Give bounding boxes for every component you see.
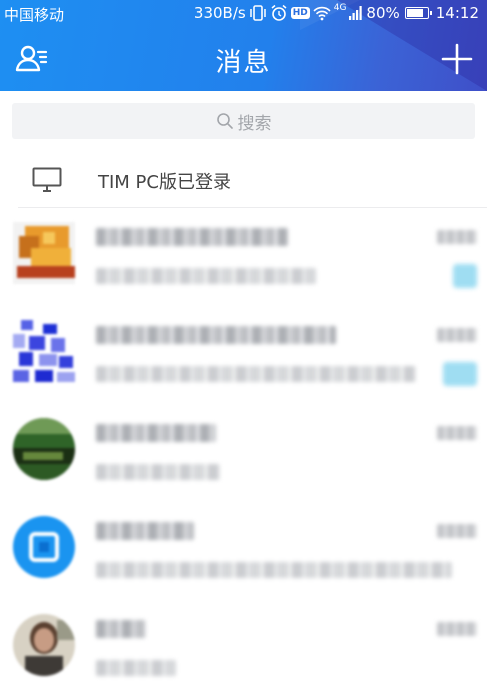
unread-badge xyxy=(443,362,477,386)
hd-voice-badge: HD xyxy=(290,7,310,19)
chat-name-redacted xyxy=(96,522,194,540)
unread-badge xyxy=(453,264,477,288)
vibrate-icon xyxy=(249,3,267,23)
pc-login-banner[interactable]: TIM PC版已登录 xyxy=(0,153,487,207)
chat-preview-redacted xyxy=(96,366,416,382)
search-bar[interactable]: 搜索 xyxy=(12,103,475,139)
chat-time-redacted xyxy=(437,230,477,244)
avatar xyxy=(13,516,75,578)
chat-row[interactable] xyxy=(0,208,487,306)
network-type: 4G xyxy=(333,3,347,13)
avatar xyxy=(13,222,75,284)
add-button[interactable] xyxy=(439,41,475,77)
chat-row[interactable] xyxy=(0,502,487,600)
avatar xyxy=(13,320,75,382)
chat-row[interactable] xyxy=(0,306,487,404)
chat-row[interactable] xyxy=(0,404,487,502)
chat-time-redacted xyxy=(437,524,477,538)
avatar xyxy=(13,418,75,480)
carrier-name: 中国移动 xyxy=(4,6,65,24)
app-header: 中国移动 330B/s HD 4G 80% 14:12 消息 xyxy=(0,0,487,91)
chat-row[interactable] xyxy=(0,600,487,695)
chat-name-redacted xyxy=(96,228,288,246)
status-bar: 中国移动 330B/s HD 4G 80% 14:12 xyxy=(0,0,487,27)
chat-time-redacted xyxy=(437,328,477,342)
search-icon xyxy=(216,113,233,129)
search-placeholder: 搜索 xyxy=(237,113,272,134)
alarm-icon xyxy=(270,3,288,23)
signal-icon xyxy=(349,3,363,23)
chat-preview-redacted xyxy=(96,562,452,578)
chat-preview-redacted xyxy=(96,660,176,676)
network-speed: 330B/s xyxy=(193,4,246,22)
battery-percent: 80% xyxy=(366,4,400,22)
chat-preview-redacted xyxy=(96,464,220,480)
chat-name-redacted xyxy=(96,424,216,442)
page-title: 消息 xyxy=(215,48,272,78)
avatar xyxy=(13,614,75,676)
pc-login-label: TIM PC版已登录 xyxy=(98,172,231,193)
chat-name-redacted xyxy=(96,620,146,638)
chat-name-redacted xyxy=(96,326,336,344)
chat-preview-redacted xyxy=(96,268,316,284)
title-bar: 消息 xyxy=(0,27,487,91)
plus-icon xyxy=(441,43,473,75)
clock: 14:12 xyxy=(435,4,479,22)
chat-list xyxy=(0,208,487,695)
wifi-icon xyxy=(313,3,331,23)
status-right-group: 330B/s HD 4G 80% 14:12 xyxy=(194,3,479,23)
battery-icon xyxy=(404,7,432,19)
chat-time-redacted xyxy=(437,426,477,440)
chat-time-redacted xyxy=(437,622,477,636)
monitor-icon xyxy=(32,167,62,192)
